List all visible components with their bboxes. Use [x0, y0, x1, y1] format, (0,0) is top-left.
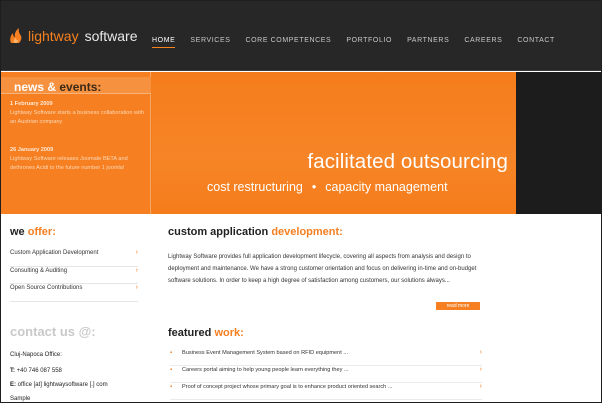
contact-phone: T: +40 746 087 558 [10, 368, 62, 374]
news-date: 26 January 2009 [10, 147, 54, 153]
offer-list: Custom Application Development › Consult… [10, 249, 138, 302]
contact-more: Sample [10, 396, 31, 402]
news-item[interactable]: 26 January 2009 Lightway Software releas… [10, 146, 148, 173]
bullet-icon: ▪ [170, 384, 173, 390]
nav-portfolio[interactable]: PORTFOLIO [346, 37, 392, 48]
banner-subline: cost restructuring • capacity management [207, 180, 448, 194]
main-nav: HOME SERVICES CORE COMPETENCES PORTFOLIO… [152, 37, 570, 48]
logo-text-software: software [84, 28, 138, 44]
offer-item-custom-app[interactable]: Custom Application Development › [10, 249, 138, 267]
offer-item-open-source[interactable]: Open Source Contributions › [10, 284, 138, 302]
featured-item[interactable]: ▪ Business Event Management System based… [170, 349, 482, 366]
nav-services[interactable]: SERVICES [190, 37, 230, 48]
site-header: lightway software HOME SERVICES CORE COM… [0, 0, 602, 71]
news-date: 1 February 2009 [10, 101, 53, 107]
contact-heading: contact us @: [10, 324, 96, 339]
offer-heading: we offer: [10, 226, 56, 238]
bullet-icon: ▪ [170, 367, 173, 373]
bullet-icon: ▪ [170, 350, 173, 356]
news-title: news & events: [14, 80, 102, 94]
news-text: Lightway Software releases Joomate BETA … [10, 156, 128, 171]
logo-text-lightway: lightway [28, 28, 79, 44]
nav-home[interactable]: HOME [152, 37, 176, 48]
custom-dev-description: Lightway Software provides full applicat… [168, 254, 477, 284]
chevron-right-icon: › [479, 366, 482, 373]
logo[interactable]: lightway software [8, 28, 138, 44]
news-text: Lightway Software starts a business coll… [10, 110, 145, 125]
chevron-right-icon: › [135, 284, 138, 291]
news-header: news & events: [0, 77, 151, 94]
offer-item-consulting[interactable]: Consulting & Auditing › [10, 266, 138, 284]
contact-email[interactable]: E: office [at] lightwaysoftware [.] com [10, 382, 108, 388]
banner-dark-strip [516, 72, 602, 214]
nav-careers[interactable]: CAREERS [464, 37, 502, 48]
nav-core-competences[interactable]: CORE COMPETENCES [245, 37, 331, 48]
banner-slogan-area: facilitated outsourcing cost restructuri… [152, 72, 516, 214]
featured-item[interactable]: ▪ Proof of concept project whose primary… [170, 383, 482, 400]
nav-partners[interactable]: PARTNERS [407, 37, 449, 48]
news-panel: news & events: 1 February 2009 Lightway … [0, 72, 151, 214]
chevron-right-icon: › [479, 349, 482, 356]
chevron-right-icon: › [135, 266, 138, 274]
featured-list: ▪ Business Event Management System based… [170, 349, 482, 400]
featured-item[interactable]: ▪ Careers portal aiming to help young pe… [170, 366, 482, 383]
banner-tagline: facilitated outsourcing [307, 150, 508, 173]
featured-heading: featured work: [168, 327, 244, 339]
nav-contact[interactable]: CONTACT [517, 37, 555, 48]
chevron-right-icon: › [479, 383, 482, 390]
left-column: we offer: Custom Application Development… [0, 214, 152, 403]
news-item[interactable]: 1 February 2009 Lightway Software starts… [10, 100, 148, 127]
custom-dev-heading: custom application development: [168, 226, 343, 238]
hero-banner: news & events: 1 February 2009 Lightway … [0, 72, 602, 214]
read-more-button[interactable]: read more [436, 302, 480, 310]
flame-logo-icon [10, 28, 22, 43]
chevron-right-icon: › [135, 249, 138, 256]
contact-office-label: Cluj-Napoca Office: [10, 352, 62, 358]
